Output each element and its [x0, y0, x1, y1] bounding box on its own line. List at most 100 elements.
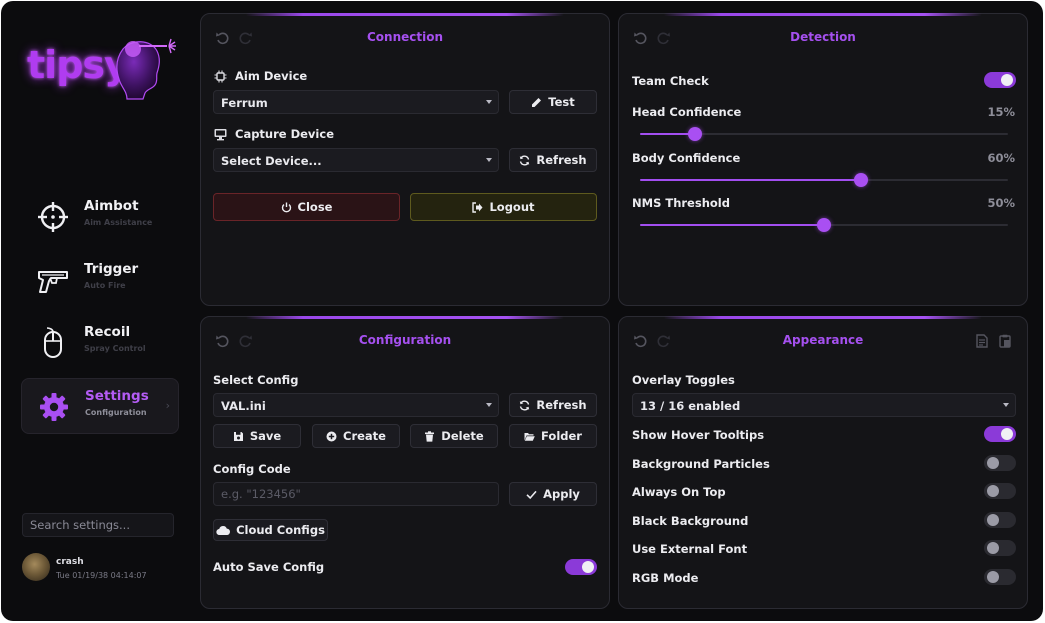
plus-circle-icon: [326, 431, 337, 441]
sidebar-item-settings[interactable]: Settings Configuration ›: [21, 378, 179, 434]
test-button[interactable]: Test: [509, 90, 597, 114]
caret-down-icon: [1003, 403, 1009, 407]
folder-button[interactable]: Folder: [509, 424, 597, 448]
slider-thumb[interactable]: [853, 173, 868, 187]
sidebar-item-subtitle: Configuration: [85, 408, 147, 417]
save-button-label: Save: [249, 429, 282, 443]
panel-title: Detection: [790, 30, 856, 44]
slider-fill: [640, 179, 861, 181]
toggle-knob: [987, 571, 999, 583]
aim-device-select[interactable]: Ferrum: [213, 90, 499, 114]
monitor-icon: [214, 129, 227, 141]
logout-icon: [472, 201, 483, 213]
sidebar-item-subtitle: Spray Control: [84, 344, 146, 353]
gear-icon: [40, 393, 68, 421]
panel-title: Appearance: [782, 333, 864, 347]
capture-device-select[interactable]: Select Device...: [213, 148, 499, 172]
save-button[interactable]: Save: [213, 424, 301, 448]
aim-device-value: Ferrum: [221, 96, 268, 110]
rgb-mode-toggle[interactable]: [984, 569, 1016, 585]
toggle-knob: [987, 485, 999, 497]
refresh-icon: [520, 155, 530, 165]
sidebar-item-subtitle: Aim Assistance: [84, 218, 153, 227]
always-on-top-toggle[interactable]: [984, 483, 1016, 499]
app-logo: tipsy: [25, 37, 185, 107]
test-button-label: Test: [548, 95, 575, 109]
auto-save-label: Auto Save Config: [213, 560, 325, 574]
auto-save-toggle[interactable]: [565, 559, 597, 575]
user-timestamp: Tue 01/19/38 04:14:07: [56, 571, 147, 580]
clipboard-icon[interactable]: [998, 334, 1012, 348]
toggle-label: Always On Top: [632, 485, 726, 499]
slider-fill: [640, 133, 696, 135]
config-select-value: VAL.ini: [221, 399, 266, 413]
chip-icon: [214, 70, 227, 83]
close-button[interactable]: Close: [213, 193, 400, 221]
power-icon: [281, 202, 291, 212]
sidebar-item-trigger[interactable]: Trigger Auto Fire: [21, 252, 179, 308]
sidebar-item-title: Recoil: [84, 324, 131, 340]
pencil-icon: [532, 97, 542, 107]
config-code-input[interactable]: [213, 482, 499, 506]
caret-down-icon: [486, 158, 492, 162]
trash-icon: [425, 430, 435, 442]
delete-button[interactable]: Delete: [410, 424, 498, 448]
close-button-label: Close: [297, 200, 333, 214]
config-code-label: Config Code: [213, 462, 291, 476]
sidebar-item-recoil[interactable]: Recoil Spray Control: [21, 315, 179, 371]
refresh-devices-button[interactable]: Refresh: [509, 148, 597, 172]
show-hover-tooltips-toggle[interactable]: [984, 426, 1016, 442]
avatar[interactable]: [22, 553, 50, 581]
black-background-toggle[interactable]: [984, 512, 1016, 528]
toggle-label: Show Hover Tooltips: [632, 428, 765, 442]
panel-accent-bar: [663, 316, 983, 319]
apply-button[interactable]: Apply: [509, 482, 597, 506]
panel-accent-bar: [245, 316, 565, 319]
background-particles-toggle[interactable]: [984, 455, 1016, 471]
use-external-font-toggle[interactable]: [984, 540, 1016, 556]
slider-thumb[interactable]: [688, 127, 703, 141]
nms-threshold-slider[interactable]: [640, 218, 1008, 232]
search-settings-input[interactable]: [22, 513, 174, 537]
crosshair-icon: [38, 202, 68, 232]
body-confidence-slider[interactable]: [640, 173, 1008, 187]
user-info: crash Tue 01/19/38 04:14:07: [22, 553, 182, 583]
toggle-label: Black Background: [632, 514, 749, 528]
aim-device-label: Aim Device: [235, 69, 308, 83]
toggle-label: Use External Font: [632, 542, 748, 556]
cloud-icon: [216, 525, 231, 535]
toggle-knob: [1001, 428, 1013, 440]
refresh-configs-button[interactable]: Refresh: [509, 393, 597, 417]
nms-threshold-label: NMS Threshold: [632, 196, 730, 210]
head-confidence-slider[interactable]: [640, 127, 1008, 141]
head-confidence-label: Head Confidence: [632, 105, 742, 119]
cloud-configs-button[interactable]: Cloud Configs: [213, 519, 328, 541]
sidebar-item-aimbot[interactable]: Aimbot Aim Assistance: [21, 189, 179, 245]
team-check-toggle[interactable]: [984, 72, 1016, 88]
logout-button[interactable]: Logout: [410, 193, 597, 221]
export-file-icon[interactable]: [975, 334, 989, 348]
overlay-toggles-select[interactable]: 13 / 16 enabled: [632, 393, 1016, 417]
toggle-label: Background Particles: [632, 457, 770, 471]
overlay-toggles-label: Overlay Toggles: [632, 373, 735, 387]
sidebar-item-title: Trigger: [84, 261, 139, 277]
chevron-right-icon: ›: [165, 399, 170, 412]
folder-button-label: Folder: [541, 429, 582, 443]
body-confidence-label: Body Confidence: [632, 151, 741, 165]
floppy-disk-icon: [233, 431, 243, 441]
panel-accent-bar: [663, 13, 983, 16]
capture-device-label: Capture Device: [235, 127, 334, 141]
app-window: tipsy Aimbot Aim Assistance Trigger Auto…: [1, 1, 1043, 621]
logout-button-label: Logout: [489, 200, 535, 214]
config-select[interactable]: VAL.ini: [213, 393, 499, 417]
body-confidence-value: 60%: [987, 151, 1015, 165]
toggle-knob: [987, 542, 999, 554]
overlay-toggles-value: 13 / 16 enabled: [640, 399, 741, 413]
sidebar-item-title: Settings: [85, 388, 149, 404]
toggle-knob: [987, 514, 999, 526]
team-check-label: Team Check: [632, 74, 709, 88]
create-button[interactable]: Create: [312, 424, 400, 448]
slider-thumb[interactable]: [817, 218, 831, 232]
select-config-label: Select Config: [213, 373, 299, 387]
caret-down-icon: [486, 100, 492, 104]
